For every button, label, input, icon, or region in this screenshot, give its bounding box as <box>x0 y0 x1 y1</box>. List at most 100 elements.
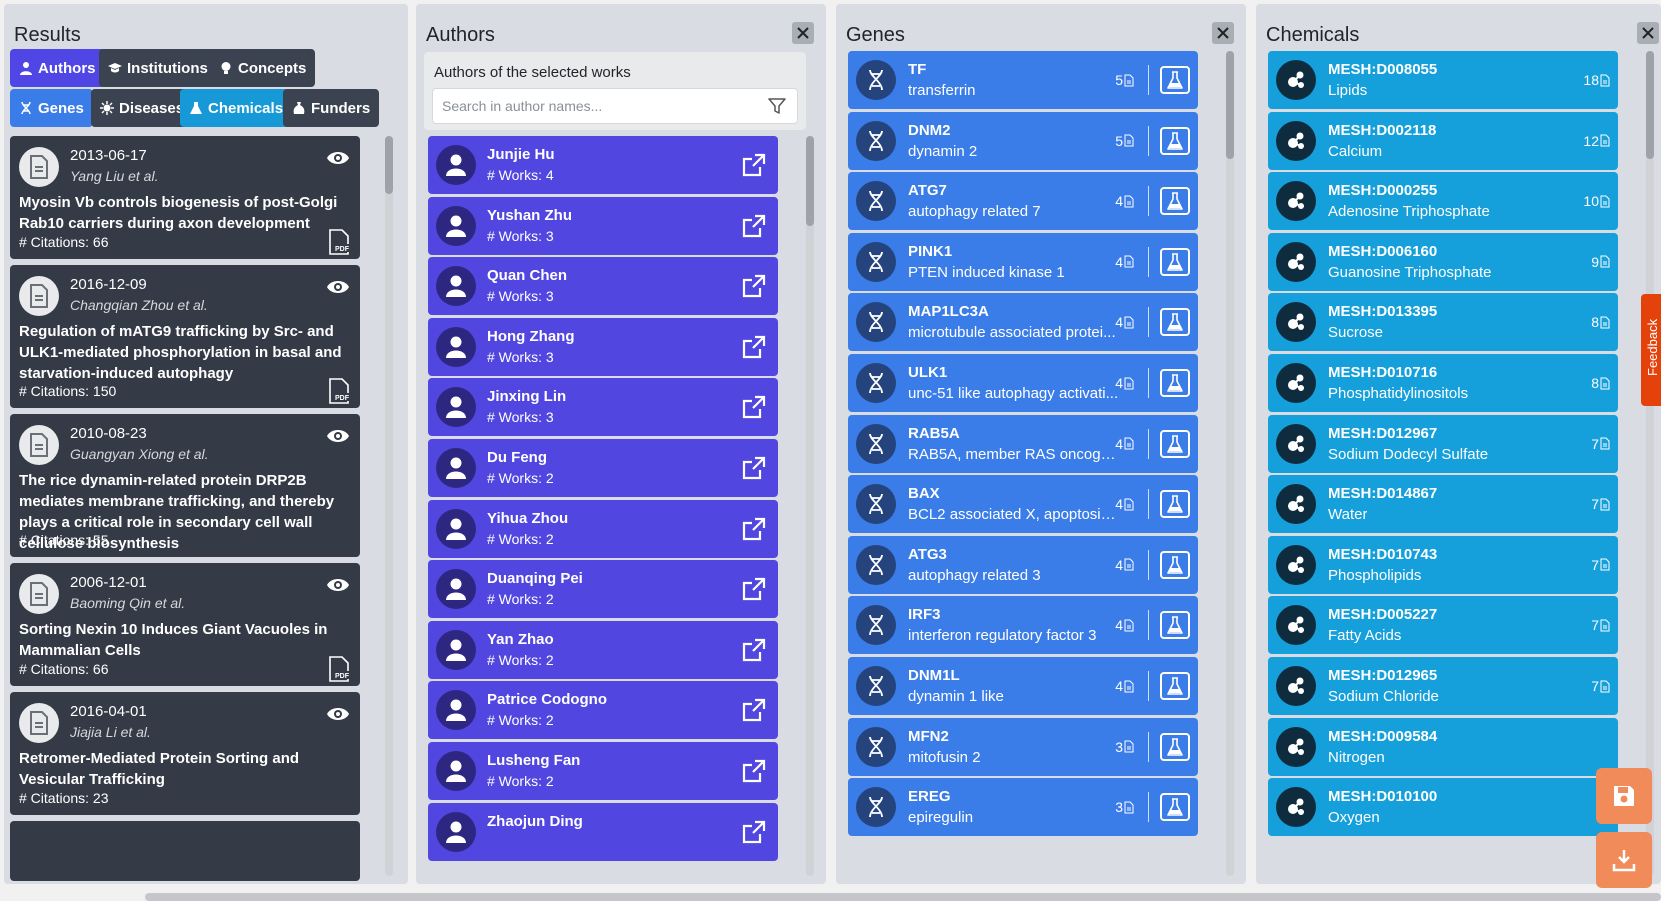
eye-icon[interactable] <box>326 277 350 297</box>
gene-item[interactable]: ATG7 autophagy related 7 4 <box>848 172 1198 231</box>
chemical-item[interactable]: MESH:D010716 Phosphatidylinositols 8 <box>1268 354 1618 412</box>
filter-button-chemicals[interactable]: Chemicals <box>180 89 293 127</box>
download-button[interactable] <box>1596 832 1652 888</box>
work-card[interactable]: 2010-08-23 Guangyan Xiong et al. The rice … <box>10 414 360 557</box>
author-search-input[interactable] <box>432 88 798 124</box>
external-link-icon[interactable] <box>742 274 766 298</box>
author-item[interactable]: Yihua Zhou # Works: 2 <box>428 499 778 558</box>
chemical-item[interactable]: MESH:D010743 Phospholipids 7 <box>1268 535 1618 594</box>
pdf-icon[interactable]: PDF <box>328 378 350 404</box>
gene-item[interactable]: ATG3 autophagy related 3 4 <box>848 535 1198 594</box>
chemical-item[interactable]: MESH:D012965 Sodium Chloride 7 <box>1268 657 1618 715</box>
external-link-icon[interactable] <box>742 517 766 541</box>
gene-item[interactable]: RAB5A RAB5A, member RAS oncogen... 4 <box>848 414 1198 473</box>
flask-button[interactable] <box>1160 369 1190 397</box>
flask-button[interactable] <box>1160 66 1190 94</box>
works-list[interactable]: 2013-06-17 Yang Liu et al. Myosin Vb contr… <box>10 136 384 884</box>
feedback-tab[interactable]: Feedback <box>1641 294 1661 406</box>
work-card[interactable]: 2006-12-01 Baoming Qin et al. Sorting Nexi… <box>10 563 360 686</box>
gene-item[interactable]: ULK1 unc-51 like autophagy activati... 4 <box>848 354 1198 412</box>
work-card[interactable]: 2016-04-01 Jiajia Li et al. Retromer-Media… <box>10 692 360 815</box>
close-chemicals-button[interactable] <box>1637 22 1659 44</box>
results-scrollbar[interactable] <box>385 136 393 876</box>
external-link-icon[interactable] <box>742 698 766 722</box>
chemical-item[interactable]: MESH:D009584 Nitrogen <box>1268 717 1618 776</box>
external-link-icon[interactable] <box>742 456 766 480</box>
close-authors-button[interactable] <box>792 22 814 44</box>
chemicals-list[interactable]: MESH:D008055 Lipids 18 MESH:D002118 Calcium 1… <box>1268 51 1642 884</box>
chemical-item[interactable]: MESH:D006160 Guanosine Triphosphate 9 <box>1268 232 1618 291</box>
flask-button[interactable] <box>1160 611 1190 640</box>
filter-button-genes[interactable]: Genes <box>10 89 93 127</box>
external-link-icon[interactable] <box>742 153 766 177</box>
genes-scrollbar[interactable] <box>1226 51 1234 876</box>
chemical-item[interactable]: MESH:D010100 Oxygen <box>1268 778 1618 837</box>
external-link-icon[interactable] <box>742 214 766 238</box>
gene-item[interactable]: BAX BCL2 associated X, apoptosis r... 4 <box>848 475 1198 534</box>
gene-item[interactable]: TF transferrin 5 <box>848 51 1198 109</box>
gene-item[interactable]: MFN2 mitofusin 2 3 <box>848 717 1198 776</box>
flask-button[interactable] <box>1160 308 1190 337</box>
save-button[interactable] <box>1596 768 1652 824</box>
filter-button-diseases[interactable]: Diseases <box>91 89 194 127</box>
work-card[interactable] <box>10 821 360 881</box>
authors-list[interactable]: Junjie Hu # Works: 4 Yushan Zhu # Works: 3Q… <box>428 136 802 884</box>
chemical-item[interactable]: MESH:D005227 Fatty Acids 7 <box>1268 596 1618 655</box>
chemical-item[interactable]: MESH:D002118 Calcium 12 <box>1268 111 1618 170</box>
work-title[interactable]: Sorting Nexin 10 Induces Giant Vacuoles … <box>19 619 354 661</box>
chemical-item[interactable]: MESH:D012967 Sodium Dodecyl Sulfate 7 <box>1268 414 1618 473</box>
eye-icon[interactable] <box>326 148 350 168</box>
filter-icon[interactable] <box>768 97 786 115</box>
work-title[interactable]: Regulation of mATG9 trafficking by Src- … <box>19 321 354 384</box>
work-card[interactable]: 2013-06-17 Yang Liu et al. Myosin Vb contr… <box>10 136 360 259</box>
author-item[interactable]: Hong Zhang # Works: 3 <box>428 317 778 376</box>
author-item[interactable]: Jinxing Lin # Works: 3 <box>428 378 778 437</box>
author-item[interactable]: Yan Zhao # Works: 2 <box>428 620 778 679</box>
external-link-icon[interactable] <box>742 759 766 783</box>
eye-icon[interactable] <box>326 426 350 446</box>
horizontal-scrollbar[interactable] <box>145 893 1661 901</box>
flask-button[interactable] <box>1160 793 1190 822</box>
eye-icon[interactable] <box>326 575 350 595</box>
flask-button[interactable] <box>1160 550 1190 579</box>
author-item[interactable]: Lusheng Fan # Works: 2 <box>428 742 778 800</box>
author-item[interactable]: Patrice Codogno # Works: 2 <box>428 681 778 740</box>
filter-button-concepts[interactable]: Concepts <box>210 49 316 87</box>
external-link-icon[interactable] <box>742 638 766 662</box>
author-item[interactable]: Du Feng # Works: 2 <box>428 439 778 497</box>
flask-button[interactable] <box>1160 490 1190 519</box>
author-item[interactable]: Duanqing Pei # Works: 2 <box>428 560 778 619</box>
gene-item[interactable]: EREG epiregulin 3 <box>848 778 1198 837</box>
flask-button[interactable] <box>1160 126 1190 155</box>
author-item[interactable]: Yushan Zhu # Works: 3 <box>428 196 778 255</box>
flask-button[interactable] <box>1160 672 1190 700</box>
filter-button-authors[interactable]: Authors <box>10 49 105 87</box>
flask-button[interactable] <box>1160 247 1190 276</box>
gene-item[interactable]: IRF3 interferon regulatory factor 3 4 <box>848 596 1198 655</box>
flask-button[interactable] <box>1160 732 1190 761</box>
gene-item[interactable]: PINK1 PTEN induced kinase 1 4 <box>848 232 1198 291</box>
work-title[interactable]: Retromer-Mediated Protein Sorting and Ve… <box>19 748 354 790</box>
gene-item[interactable]: DNM1L dynamin 1 like 4 <box>848 657 1198 715</box>
external-link-icon[interactable] <box>742 577 766 601</box>
genes-list[interactable]: TF transferrin 5 DNM2 dynamin 2 5 ATG7 autophag… <box>848 51 1222 884</box>
filter-button-institutions[interactable]: Institutions <box>99 49 217 87</box>
external-link-icon[interactable] <box>742 335 766 359</box>
author-item[interactable]: Quan Chen # Works: 3 <box>428 257 778 316</box>
chemicals-scrollbar[interactable] <box>1646 51 1654 876</box>
external-link-icon[interactable] <box>742 395 766 419</box>
external-link-icon[interactable] <box>742 820 766 844</box>
chemical-item[interactable]: MESH:D013395 Sucrose 8 <box>1268 293 1618 352</box>
chemical-item[interactable]: MESH:D014867 Water 7 <box>1268 475 1618 534</box>
eye-icon[interactable] <box>326 704 350 724</box>
filter-button-funders[interactable]: Funders <box>283 89 380 127</box>
flask-button[interactable] <box>1160 429 1190 458</box>
author-item[interactable]: Zhaojun Ding <box>428 802 778 861</box>
author-item[interactable]: Junjie Hu # Works: 4 <box>428 136 778 194</box>
chemical-item[interactable]: MESH:D008055 Lipids 18 <box>1268 51 1618 109</box>
pdf-icon[interactable]: PDF <box>328 229 350 255</box>
chemical-item[interactable]: MESH:D000255 Adenosine Triphosphate 10 <box>1268 172 1618 231</box>
pdf-icon[interactable]: PDF <box>328 656 350 682</box>
flask-button[interactable] <box>1160 187 1190 216</box>
work-title[interactable]: Myosin Vb controls biogenesis of post-Go… <box>19 192 354 234</box>
